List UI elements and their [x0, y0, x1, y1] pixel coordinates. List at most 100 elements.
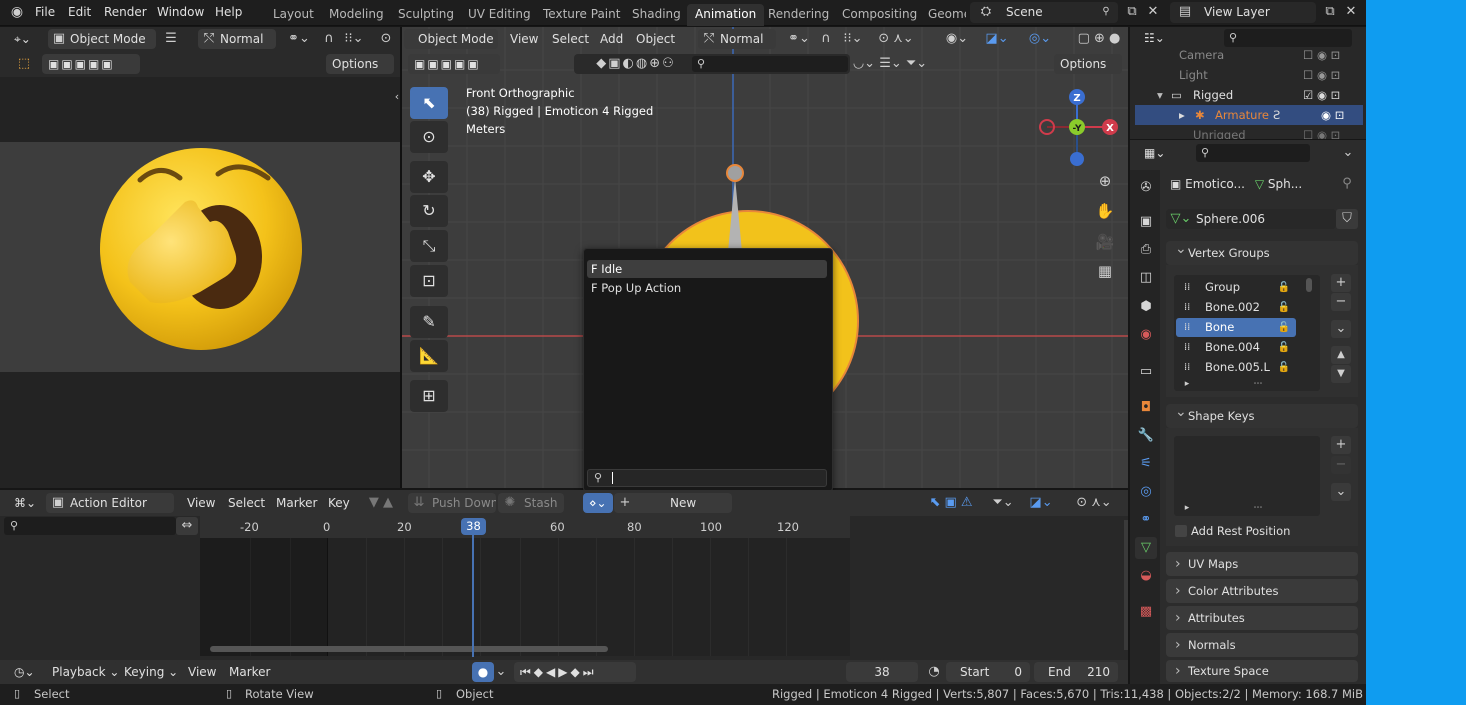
- snap-target-icon[interactable]: ⁝⁝⌄: [340, 29, 368, 49]
- filter-icon[interactable]: ⏷⌄: [986, 493, 1020, 513]
- left-mode-dropdown[interactable]: ▣ Object Mode: [48, 29, 156, 49]
- menu-edit[interactable]: Edit: [68, 5, 91, 19]
- only-selected-icons[interactable]: ⬉ ▣ ⚠: [920, 493, 982, 513]
- transform-tool-icon[interactable]: ⊡: [410, 265, 448, 297]
- select-box-tool-icon[interactable]: ⬉: [410, 87, 448, 119]
- scene-selector[interactable]: ⛭ Scene ⚲: [970, 2, 1118, 23]
- viewport-options-button[interactable]: Options: [1054, 54, 1122, 74]
- scale-tool-icon[interactable]: ⤡: [410, 230, 448, 262]
- proportional-icon[interactable]: ⊙ ⋏⌄: [1066, 493, 1122, 513]
- swap-icon[interactable]: ⇔: [176, 517, 198, 535]
- new-action-button[interactable]: + New: [614, 493, 732, 513]
- horizontal-scrollbar[interactable]: [210, 646, 608, 652]
- playback-menu[interactable]: Playback ⌄: [46, 662, 118, 682]
- outliner-row-rigged[interactable]: ▾ ▭ Rigged ☑ ◉ ⊡: [1135, 85, 1363, 105]
- auto-key-dropdown-icon[interactable]: ⌄: [494, 662, 508, 682]
- menu-file[interactable]: File: [35, 5, 55, 19]
- remove-shape-key-icon[interactable]: −: [1331, 456, 1351, 474]
- current-frame-field[interactable]: 38: [846, 662, 918, 682]
- vertex-group-item[interactable]: ⁞⁞ Bone.004 🔓: [1176, 338, 1296, 357]
- playback-controls[interactable]: ⏮◆◀▶◆⏭: [514, 662, 636, 682]
- ae-mode-dropdown[interactable]: ▣ Action Editor: [46, 493, 174, 513]
- viewport-transform-dropdown[interactable]: ⤲ Normal: [698, 29, 776, 49]
- render-tab-icon[interactable]: ▣: [1135, 211, 1157, 233]
- camera-toggles-icon[interactable]: ☐ ◉ ⊡: [1303, 45, 1340, 65]
- tl-editor-type-button[interactable]: ◷⌄: [8, 662, 42, 682]
- object-type-icons[interactable]: ◆▣◐◍⊕⚇: [576, 54, 696, 74]
- lock-icon[interactable]: 🔓: [1278, 318, 1290, 337]
- auto-key-button[interactable]: ●: [472, 662, 494, 682]
- scene-tab-icon[interactable]: ⬢: [1135, 296, 1157, 318]
- new-scene-icon[interactable]: ⧉: [1122, 2, 1142, 22]
- menu-window[interactable]: Window: [157, 5, 204, 19]
- texture-tab-icon[interactable]: ▩: [1135, 601, 1157, 623]
- annotate-tool-icon[interactable]: ✎: [410, 306, 448, 338]
- uv-maps-panel-header[interactable]: UV Maps: [1166, 552, 1358, 576]
- tl-menu-view[interactable]: View: [188, 665, 216, 679]
- sk-filter-expand-icon[interactable]: ▸: [1182, 498, 1192, 518]
- push-down-button[interactable]: ⇊ Push Down: [408, 493, 496, 513]
- attributes-panel-header[interactable]: Attributes: [1166, 606, 1358, 630]
- add-vertex-group-icon[interactable]: +: [1331, 274, 1351, 292]
- viewport-select-mode-buttons[interactable]: ▣▣▣▣▣: [408, 54, 500, 74]
- layer-arrows-icon[interactable]: ▼ ▲: [362, 493, 400, 513]
- delete-view-layer-icon[interactable]: ✕: [1343, 2, 1359, 22]
- action-search-input[interactable]: ⚲: [587, 469, 827, 487]
- tl-menu-marker[interactable]: Marker: [229, 665, 270, 679]
- lock-icon[interactable]: 🔓: [1278, 338, 1290, 357]
- navigation-gizmo[interactable]: Z X -Y: [1032, 85, 1122, 175]
- ae-search-input[interactable]: ⚲: [4, 517, 176, 535]
- props-search-input[interactable]: ⚲: [1196, 144, 1310, 162]
- proportional-edit-icon[interactable]: ⊙ ⋏⌄: [874, 29, 918, 49]
- snap-icon[interactable]: ∩: [318, 29, 340, 49]
- pan-hand-icon[interactable]: ✋: [1094, 201, 1116, 221]
- outliner-row-unrigged[interactable]: Unrigged ☐ ◉ ⊡: [1135, 125, 1363, 139]
- output-tab-icon[interactable]: ⎙: [1135, 239, 1157, 261]
- vertex-group-item[interactable]: ⁞⁞ Group 🔓: [1176, 278, 1296, 297]
- vertex-groups-panel-header[interactable]: Vertex Groups: [1166, 237, 1358, 265]
- sk-resize-grip-icon[interactable]: ⋯: [1250, 498, 1266, 518]
- tab-rendering[interactable]: Rendering: [760, 4, 837, 26]
- physics-tab-icon[interactable]: ◎: [1135, 481, 1157, 503]
- add-cube-tool-icon[interactable]: ⊞: [410, 380, 448, 412]
- new-view-layer-icon[interactable]: ⧉: [1320, 2, 1340, 22]
- grid-ortho-icon[interactable]: ▦: [1094, 261, 1116, 281]
- pivot-icon[interactable]: ⚭⌄: [284, 29, 314, 49]
- delete-scene-icon[interactable]: ✕: [1145, 2, 1161, 22]
- normals-panel-header[interactable]: Normals: [1166, 633, 1358, 657]
- vertex-group-item[interactable]: ⁞⁞ Bone.005.L 🔓: [1176, 358, 1296, 377]
- lock-icon[interactable]: 🔓: [1278, 298, 1290, 317]
- modifier-tab-icon[interactable]: 🔧: [1135, 425, 1157, 447]
- pivot-icon[interactable]: ⚭⌄: [784, 29, 814, 49]
- rotate-tool-icon[interactable]: ↻: [410, 195, 448, 227]
- snap-icon[interactable]: ∩: [816, 29, 836, 49]
- tab-sculpting[interactable]: Sculpting: [390, 4, 462, 26]
- browse-action-button[interactable]: ⋄⌄: [583, 493, 613, 513]
- cursor-tool-icon[interactable]: ⊙: [410, 121, 448, 153]
- tab-modeling[interactable]: Modeling: [321, 4, 392, 26]
- left-transform-dropdown[interactable]: ⤲ Normal: [198, 29, 276, 49]
- sk-specials-icon[interactable]: ⌄: [1331, 483, 1351, 501]
- vg-resize-grip-icon[interactable]: ⋯: [1250, 374, 1266, 394]
- zoom-icon[interactable]: ⊕: [1094, 171, 1116, 191]
- expand-rigged-icon[interactable]: ▾: [1157, 85, 1163, 105]
- shape-keys-panel-header[interactable]: Shape Keys: [1166, 400, 1358, 428]
- world-tab-icon[interactable]: ◉: [1135, 324, 1157, 346]
- fake-user-shield-icon[interactable]: ⛉: [1336, 209, 1358, 229]
- tab-compositing[interactable]: Compositing: [834, 4, 925, 26]
- menu-help[interactable]: Help: [215, 5, 242, 19]
- mesh-datablock-field[interactable]: ▽⌄ Sphere.006: [1166, 209, 1336, 229]
- tool-tab-icon[interactable]: ✇: [1135, 177, 1157, 199]
- viewport-mode-dropdown[interactable]: Object Mode: [404, 29, 498, 49]
- menu-render[interactable]: Render: [104, 5, 147, 19]
- texture-space-panel-header[interactable]: Texture Space: [1166, 660, 1358, 682]
- light-toggles-icon[interactable]: ☐ ◉ ⊡: [1303, 65, 1340, 85]
- props-editor-type[interactable]: ▦⌄: [1138, 143, 1170, 163]
- vg-filter-expand-icon[interactable]: ▸: [1182, 374, 1192, 394]
- viewport-menu-select[interactable]: Select: [552, 32, 589, 46]
- overlay-toggle-icon[interactable]: ◎⌄: [1024, 29, 1056, 49]
- toolbar-collapse-chevron-icon[interactable]: ‹: [392, 87, 402, 107]
- vertical-scrollbar[interactable]: [1124, 520, 1128, 650]
- start-frame-field[interactable]: Start 0: [946, 662, 1030, 682]
- view-layer-selector[interactable]: ▤ View Layer: [1170, 2, 1316, 23]
